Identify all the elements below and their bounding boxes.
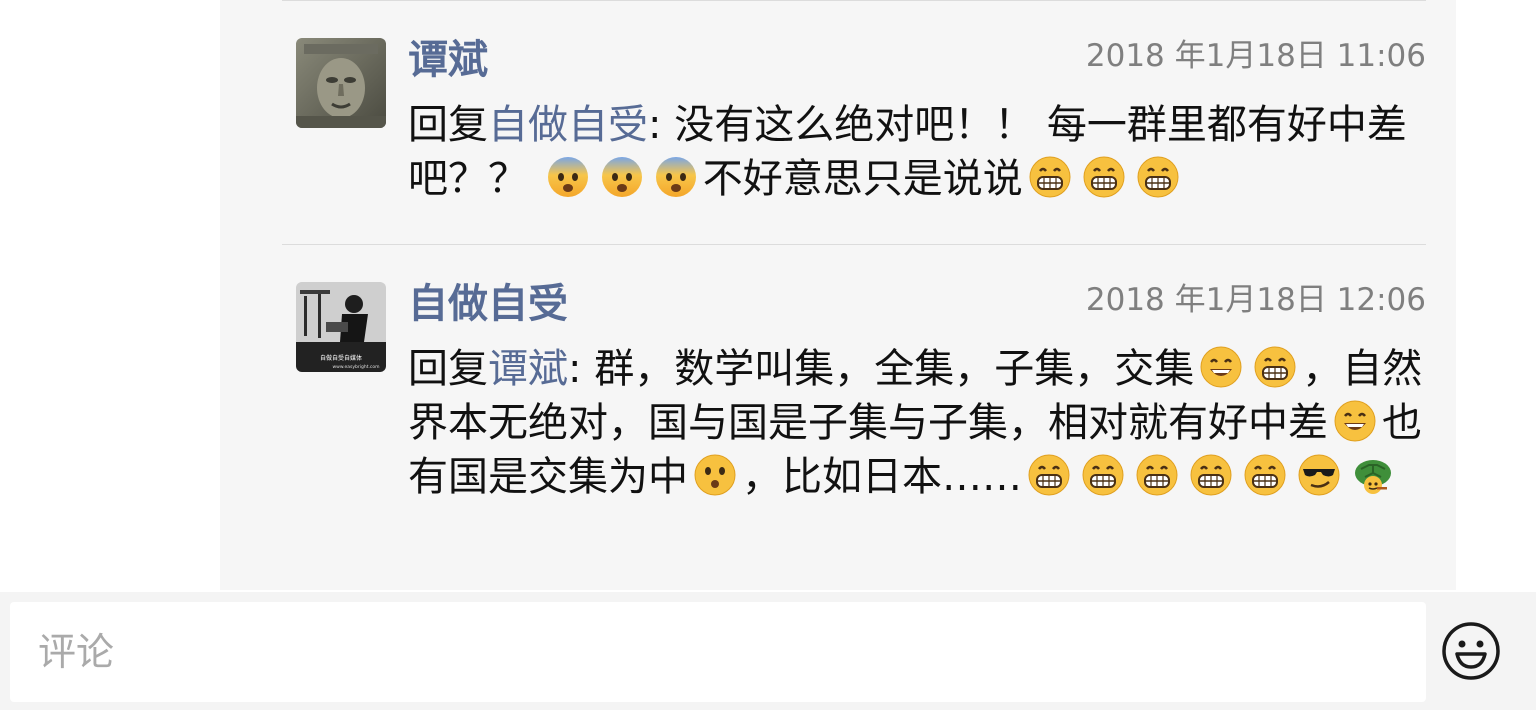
grinning-face-icon [1028,155,1072,199]
smiling-face-icon [1333,399,1377,443]
comment-author[interactable]: 自做自受 [408,280,568,328]
comment-divider [282,244,1426,245]
cool-sunglasses-face-icon [1297,453,1341,497]
grinning-face-icon [1081,453,1125,497]
grinning-face-icon [1082,155,1126,199]
grinning-face-icon [1027,453,1071,497]
turtle-icon [1351,453,1395,497]
comment-time: 2018 年1月18日 12:06 [1085,282,1426,318]
comment-input[interactable] [10,602,1426,702]
comments-panel: 谭斌 2018 年1月18日 11:06 回复自做自受: 没有这么绝对吧！！ 每… [220,0,1456,590]
avatar-caption: 自做自受自媒体 [320,354,362,362]
fearful-face-icon [654,155,698,199]
reply-prefix: 回复 [408,346,488,392]
comment-text: 回复谭斌: 群，数学叫集，全集，子集，交集 ，自然界本无绝对，国与国是子集与子集，… [408,342,1428,504]
grinning-face-icon [1243,453,1287,497]
avatar-url-text: www.easybright.com [332,364,379,370]
comment-input-bar [0,592,1536,710]
hushed-face-icon [693,453,737,497]
smiling-face-icon [1199,345,1243,389]
divider-top [282,0,1426,1]
smiley-face-icon[interactable] [1440,620,1502,682]
grinning-face-icon [1253,345,1297,389]
avatar[interactable]: 自做自受自媒体 www.easybright.com [296,282,386,372]
reply-target-name[interactable]: 谭斌 [488,346,568,392]
fearful-face-icon [600,155,644,199]
comment-text-part: 不好意思只是说说 [702,156,1023,202]
grinning-face-icon [1136,155,1180,199]
grinning-face-icon [1135,453,1179,497]
comment-time: 2018 年1月18日 11:06 [1085,38,1426,74]
fearful-face-icon [546,155,590,199]
avatar[interactable] [296,38,386,128]
moments-comment-screen: 谭斌 2018 年1月18日 11:06 回复自做自受: 没有这么绝对吧！！ 每… [0,0,1536,710]
comment-text: 回复自做自受: 没有这么绝对吧！！ 每一群里都有好中差吧？？ 不好意思只是说说 [408,98,1428,206]
grinning-face-icon [1189,453,1233,497]
reply-target-name[interactable]: 自做自受 [488,102,648,148]
comment-text-part: ，比如日本…… [742,454,1022,500]
comment-text-part: : 群，数学叫集，全集，子集，交集 [568,346,1195,392]
reply-prefix: 回复 [408,102,488,148]
comment-author[interactable]: 谭斌 [408,36,488,84]
